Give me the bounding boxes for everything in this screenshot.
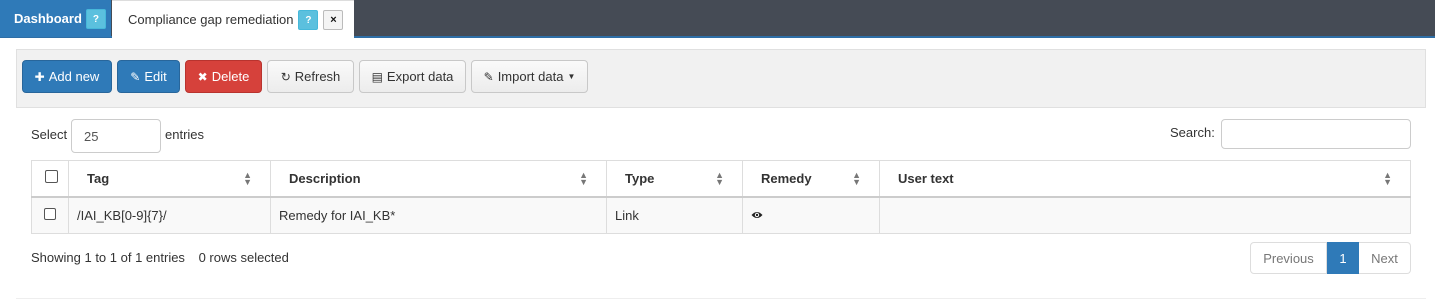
select-all-checkbox-cell[interactable] <box>31 160 69 197</box>
length-prefix: Select <box>31 127 68 142</box>
search-input[interactable] <box>1221 119 1411 149</box>
toolbar: ✚ Add new ✎ Edit ✖ Delete ↻ Refresh ▤ Ex… <box>16 49 1426 108</box>
add-new-label: Add new <box>48 69 100 84</box>
cell-user-text <box>879 196 1411 234</box>
column-header-label: Type <box>625 170 655 186</box>
table-info: Showing 1 to 1 of 1 entries 0 rows selec… <box>31 250 289 265</box>
row-checkbox[interactable] <box>44 207 56 220</box>
edit-button[interactable]: ✎ Edit <box>117 60 180 93</box>
tab-dashboard-label: Dashboard <box>14 11 82 26</box>
data-table: Tag ▲ ▼ Description ▲ ▼ Type ▲ ▼ Remedy ▲ ▼ … <box>31 160 1411 234</box>
table-row[interactable]: /IAI_KB[0-9]{7}/ Remedy for IAI_KB* Link <box>31 196 1411 234</box>
close-icon[interactable]: × <box>323 9 344 30</box>
sort-icon: ▲ ▼ <box>1383 170 1392 187</box>
sort-icon: ▲ ▼ <box>852 170 861 187</box>
tab-compliance-gap-remediation[interactable]: Compliance gap remediation ? × <box>112 0 354 38</box>
import-data-button[interactable]: ✎ Import data ▼ <box>471 60 588 93</box>
export-data-button[interactable]: ▤ Export data <box>359 60 466 93</box>
eye-icon[interactable] <box>751 208 763 223</box>
row-checkbox-cell[interactable] <box>31 196 69 234</box>
search-label: Search: <box>1170 125 1215 140</box>
column-header-label: Tag <box>87 170 110 186</box>
pencil-icon: ✎ <box>130 69 141 84</box>
paperclip-icon: ✎ <box>483 69 494 84</box>
add-new-button[interactable]: ✚ Add new <box>22 60 112 93</box>
caret-down-icon: ▼ <box>567 72 576 81</box>
column-header-label: Remedy <box>761 170 812 186</box>
select-all-checkbox[interactable] <box>45 170 58 184</box>
tab-dashboard[interactable]: Dashboard ? <box>0 0 111 37</box>
help-icon[interactable]: ? <box>85 8 106 29</box>
sort-icon: ▲ ▼ <box>579 170 588 187</box>
column-header-remedy[interactable]: Remedy ▲ ▼ <box>742 160 880 197</box>
entries-length-input[interactable] <box>71 119 161 153</box>
file-icon: ▤ <box>371 69 383 84</box>
edit-label: Edit <box>144 69 167 84</box>
refresh-icon: ↻ <box>280 69 291 84</box>
import-data-label: Import data <box>497 69 564 84</box>
help-icon[interactable]: ? <box>298 9 319 30</box>
previous-page-button[interactable]: Previous <box>1250 242 1327 274</box>
sort-icon: ▲ ▼ <box>715 170 724 187</box>
export-data-label: Export data <box>386 69 454 84</box>
cell-tag: /IAI_KB[0-9]{7}/ <box>68 196 271 234</box>
cell-type: Link <box>606 196 743 234</box>
cell-description: Remedy for IAI_KB* <box>270 196 607 234</box>
divider <box>16 298 1426 299</box>
refresh-button[interactable]: ↻ Refresh <box>267 60 354 93</box>
entries-info: Showing 1 to 1 of 1 entries <box>31 250 185 265</box>
column-header-description[interactable]: Description ▲ ▼ <box>270 160 607 197</box>
table-header-row: Tag ▲ ▼ Description ▲ ▼ Type ▲ ▼ Remedy ▲ ▼ … <box>31 160 1411 197</box>
next-page-button[interactable]: Next <box>1359 242 1411 274</box>
refresh-label: Refresh <box>294 69 341 84</box>
sort-icon: ▲ ▼ <box>243 170 252 187</box>
column-header-type[interactable]: Type ▲ ▼ <box>606 160 743 197</box>
x-icon: ✖ <box>197 69 208 84</box>
delete-button[interactable]: ✖ Delete <box>185 60 262 93</box>
column-header-label: User text <box>898 170 954 186</box>
cell-remedy <box>742 196 880 234</box>
rows-selected-info: 0 rows selected <box>198 250 289 265</box>
tab-compliance-label: Compliance gap remediation <box>128 12 294 27</box>
plus-icon: ✚ <box>34 69 45 84</box>
column-header-user-text[interactable]: User text ▲ ▼ <box>879 160 1411 197</box>
tab-bar: Dashboard ? Compliance gap remediation ?… <box>0 0 1435 38</box>
page-1-button[interactable]: 1 <box>1327 242 1359 274</box>
delete-label: Delete <box>211 69 250 84</box>
length-suffix: entries <box>165 127 205 142</box>
column-header-tag[interactable]: Tag ▲ ▼ <box>68 160 271 197</box>
column-header-label: Description <box>289 170 361 186</box>
pagination: Previous 1 Next <box>1250 242 1411 274</box>
